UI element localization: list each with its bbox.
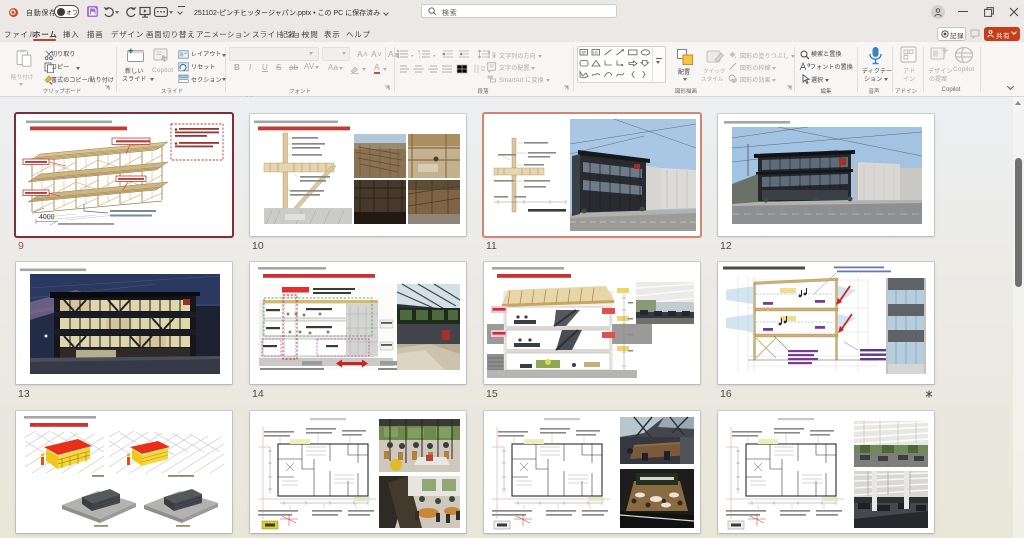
svg-text:4000: 4000 <box>39 214 55 221</box>
